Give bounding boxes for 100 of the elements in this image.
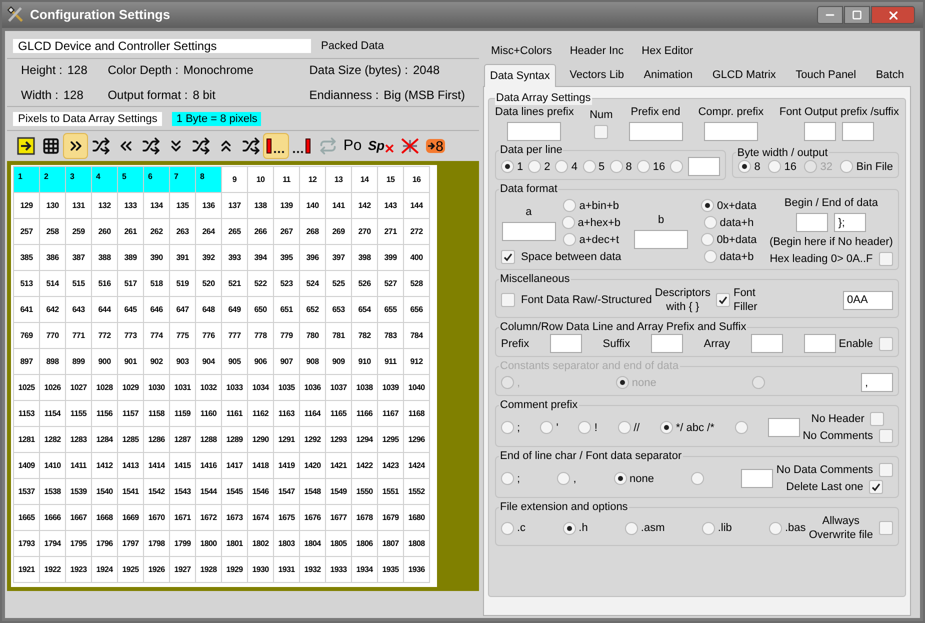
grid-cell[interactable]: 395 — [274, 245, 300, 271]
grid-cell[interactable]: 1153 — [14, 401, 40, 427]
grid-cell[interactable]: 144 — [404, 193, 430, 219]
grid-cell[interactable]: 1034 — [248, 375, 274, 401]
grid-cell[interactable]: 518 — [144, 271, 170, 297]
grid-cell[interactable]: 1296 — [404, 427, 430, 453]
tab[interactable]: Misc+Colors — [485, 39, 558, 62]
grid-cell[interactable]: 257 — [14, 219, 40, 245]
grid-cell[interactable]: 390 — [144, 245, 170, 271]
checkbox[interactable]: Delete Last one — [786, 480, 884, 494]
grid-cell[interactable]: 131 — [66, 193, 92, 219]
grid-cell[interactable]: 389 — [118, 245, 144, 271]
grid-cell[interactable]: 388 — [92, 245, 118, 271]
grid-cell[interactable]: 781 — [326, 323, 352, 349]
grid-cell[interactable]: 1933 — [326, 557, 352, 583]
radio-button[interactable]: .h — [562, 521, 588, 535]
grid-cell[interactable]: 1541 — [118, 479, 144, 505]
grid-cell[interactable]: 143 — [378, 193, 404, 219]
grid-cell[interactable]: 1549 — [326, 479, 352, 505]
radio-button[interactable]: 16 — [636, 160, 666, 174]
grid-cell[interactable]: 1543 — [170, 479, 196, 505]
grid-cell[interactable]: 655 — [378, 297, 404, 323]
grid-cell[interactable]: 523 — [274, 271, 300, 297]
grid-cell[interactable]: 1157 — [118, 401, 144, 427]
grid-cell[interactable]: 1674 — [248, 505, 274, 531]
grid-cell[interactable]: 132 — [92, 193, 118, 219]
grid-cell[interactable]: 1668 — [92, 505, 118, 531]
grid-cell[interactable]: 1288 — [196, 427, 222, 453]
input-field[interactable] — [550, 334, 582, 353]
grid-cell[interactable]: 514 — [40, 271, 66, 297]
grid-cell[interactable]: 898 — [40, 349, 66, 375]
grid-cell[interactable]: 520 — [196, 271, 222, 297]
grid-cell[interactable]: 783 — [378, 323, 404, 349]
grid-cell[interactable]: 780 — [300, 323, 326, 349]
grid-cell[interactable]: 1039 — [378, 375, 404, 401]
radio-button[interactable]: 16 — [768, 160, 796, 174]
grid-cell[interactable]: 13 — [326, 167, 352, 193]
grid-cell[interactable]: 1546 — [248, 479, 274, 505]
checkbox[interactable]: No Comments — [802, 429, 893, 443]
grid-cell[interactable]: 1038 — [352, 375, 378, 401]
grid-cell[interactable]: 516 — [92, 271, 118, 297]
grid-cell[interactable]: 397 — [326, 245, 352, 271]
minimize-button[interactable] — [817, 6, 843, 24]
maximize-button[interactable] — [844, 6, 870, 24]
grid-cell[interactable]: 1550 — [352, 479, 378, 505]
grid-cell[interactable]: 1032 — [196, 375, 222, 401]
grid-cell[interactable]: 1294 — [352, 427, 378, 453]
grid-cell[interactable]: 909 — [326, 349, 352, 375]
grid-cell[interactable]: 261 — [118, 219, 144, 245]
grid-cell[interactable]: 1414 — [144, 453, 170, 479]
grid-cell[interactable]: 269 — [326, 219, 352, 245]
radio-button[interactable]: .asm — [624, 521, 665, 535]
grid-cell[interactable]: 1548 — [300, 479, 326, 505]
grid-cell[interactable]: 773 — [118, 323, 144, 349]
toolbar-button[interactable] — [63, 133, 88, 159]
grid-cell[interactable]: 1676 — [300, 505, 326, 531]
grid-cell[interactable]: 1424 — [404, 453, 430, 479]
input-field[interactable] — [804, 122, 836, 141]
grid-cell[interactable]: 1159 — [170, 401, 196, 427]
input-field[interactable] — [704, 122, 758, 141]
tab[interactable]: Animation — [638, 63, 699, 86]
radio-button[interactable]: a+dec+t — [563, 232, 620, 246]
grid-cell[interactable]: 1289 — [222, 427, 248, 453]
grid-cell[interactable]: 526 — [352, 271, 378, 297]
grid-cell[interactable]: 1293 — [326, 427, 352, 453]
grid-cell[interactable]: 1927 — [170, 557, 196, 583]
tab[interactable]: GLCD Matrix — [706, 63, 782, 86]
grid-cell[interactable]: 524 — [300, 271, 326, 297]
grid-cell[interactable]: 7 — [170, 167, 196, 193]
grid-cell[interactable]: 1669 — [118, 505, 144, 531]
grid-cell[interactable]: 908 — [300, 349, 326, 375]
grid-cell[interactable]: 1040 — [404, 375, 430, 401]
input-field[interactable] — [741, 469, 774, 488]
grid-cell[interactable]: 267 — [274, 219, 300, 245]
input-field[interactable] — [634, 230, 688, 249]
grid-cell[interactable]: 141 — [326, 193, 352, 219]
checkbox[interactable]: No Data Comments — [776, 463, 893, 477]
grid-cell[interactable]: 648 — [196, 297, 222, 323]
grid-cell[interactable]: 777 — [222, 323, 248, 349]
input-field[interactable] — [502, 222, 556, 240]
input-field[interactable] — [650, 334, 683, 353]
grid-cell[interactable]: 904 — [196, 349, 222, 375]
grid-cell[interactable]: 1290 — [248, 427, 274, 453]
grid-cell[interactable]: 1027 — [66, 375, 92, 401]
grid-cell[interactable]: 16 — [404, 167, 430, 193]
grid-cell[interactable]: 643 — [66, 297, 92, 323]
grid-cell[interactable]: 1154 — [40, 401, 66, 427]
grid-cell[interactable]: 1409 — [14, 453, 40, 479]
grid-cell[interactable]: 1167 — [378, 401, 404, 427]
grid-cell[interactable]: 1799 — [170, 531, 196, 557]
grid-cell[interactable]: 653 — [326, 297, 352, 323]
grid-cell[interactable]: 1282 — [40, 427, 66, 453]
radio-button[interactable]: .c — [501, 521, 526, 535]
grid-cell[interactable]: 905 — [222, 349, 248, 375]
input-field[interactable] — [842, 122, 874, 141]
grid-cell[interactable]: 1283 — [66, 427, 92, 453]
grid-cell[interactable]: 1924 — [92, 557, 118, 583]
grid-cell[interactable]: 1797 — [118, 531, 144, 557]
checkbox[interactable]: Space between data — [501, 250, 622, 264]
grid-cell[interactable]: 1795 — [66, 531, 92, 557]
